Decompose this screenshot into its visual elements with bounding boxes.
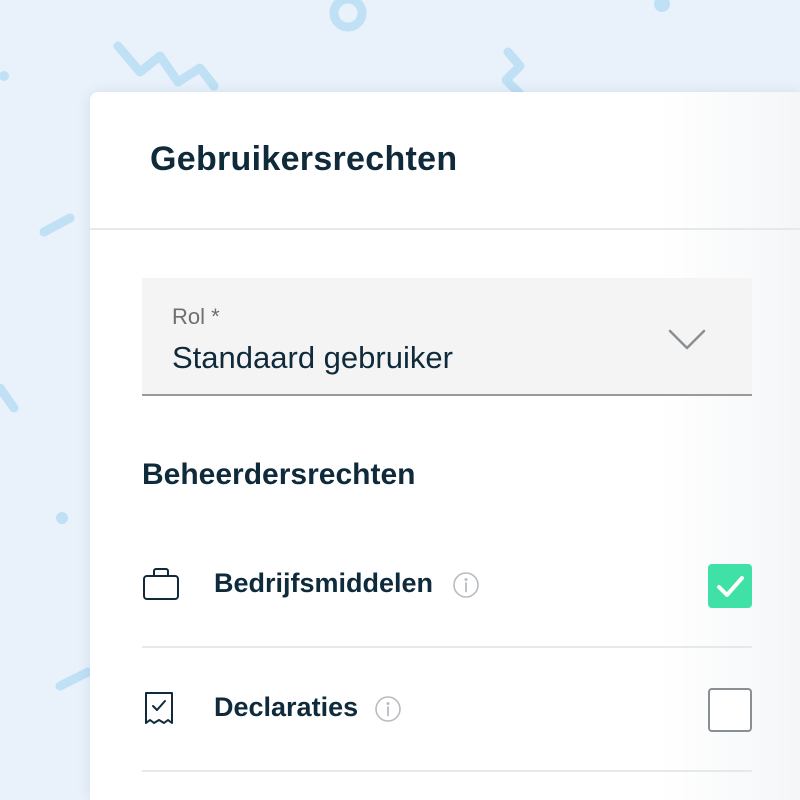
info-icon[interactable] bbox=[374, 695, 402, 723]
page-title: Gebruikersrechten bbox=[150, 140, 458, 178]
role-select-value: Standaard gebruiker bbox=[172, 340, 453, 375]
permission-row-declaraties: Declaraties bbox=[142, 648, 752, 772]
role-select-label: Rol * bbox=[172, 304, 220, 329]
role-select[interactable]: Rol * Standaard gebruiker bbox=[142, 278, 752, 396]
declaraties-checkbox[interactable] bbox=[708, 688, 752, 732]
permission-label: Declaraties bbox=[214, 692, 359, 722]
briefcase-icon bbox=[143, 568, 179, 600]
admin-rights-heading: Beheerdersrechten bbox=[142, 458, 416, 491]
bedrijfsmiddelen-checkbox[interactable] bbox=[708, 564, 752, 608]
permission-label: Bedrijfsmiddelen bbox=[214, 568, 434, 598]
chevron-down-icon[interactable] bbox=[668, 328, 706, 352]
permission-row-bedrijfsmiddelen: Bedrijfsmiddelen bbox=[142, 524, 752, 648]
receipt-icon bbox=[145, 692, 173, 724]
checkmark-icon bbox=[717, 576, 744, 597]
user-rights-card: Gebruikersrechten Rol * Standaard gebrui… bbox=[90, 92, 800, 800]
card-header: Gebruikersrechten bbox=[90, 92, 800, 230]
info-icon[interactable] bbox=[452, 571, 480, 599]
